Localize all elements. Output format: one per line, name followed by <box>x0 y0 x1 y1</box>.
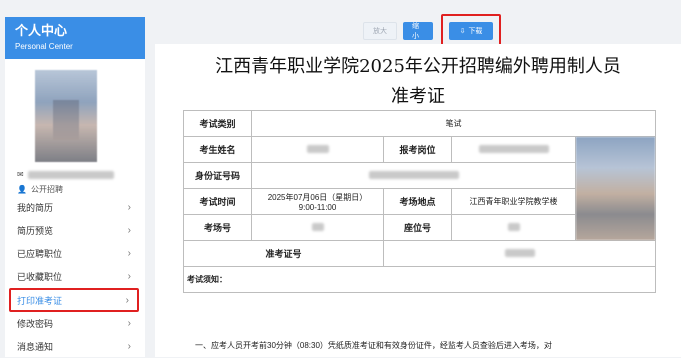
zoom-in-button[interactable]: 放大 <box>363 22 397 40</box>
notice-title: 考试须知： <box>183 266 656 293</box>
place-label: 考场地点 <box>383 188 452 215</box>
user-role-label: 公开招聘 <box>30 185 63 194</box>
chevron-right-icon: › <box>127 248 131 259</box>
seat-value <box>451 214 576 241</box>
name-label: 考生姓名 <box>183 136 252 163</box>
chevron-right-icon: › <box>127 271 131 282</box>
sidebar-header: 个人中心 Personal Center <box>5 17 145 59</box>
ticket-number-label: 准考证号 <box>183 240 384 267</box>
redacted-email <box>27 170 114 179</box>
user-icon: 👤 <box>17 185 27 194</box>
main-content: 放大 缩小 ⇩ 下载 江西青年职业学院2025年公开招聘编外聘用制人员 准考证 … <box>155 0 681 357</box>
download-button[interactable]: ⇩ 下载 <box>449 22 493 40</box>
chevron-right-icon: › <box>125 294 129 306</box>
download-highlight: ⇩ 下载 <box>441 14 501 48</box>
position-value <box>451 136 576 163</box>
id-label: 身份证号码 <box>183 162 252 189</box>
chevron-right-icon: › <box>127 341 131 352</box>
avatar <box>35 70 97 162</box>
chevron-right-icon: › <box>127 202 131 213</box>
position-label: 报考岗位 <box>383 136 452 163</box>
id-value <box>251 162 576 189</box>
candidate-photo <box>575 136 656 241</box>
seat-label: 座位号 <box>383 214 452 241</box>
ticket-number-value <box>383 240 656 267</box>
room-value <box>251 214 384 241</box>
name-value <box>251 136 384 163</box>
ticket-toolbar: 放大 缩小 ⇩ 下载 <box>363 14 501 48</box>
sidebar-title: 个人中心 <box>15 23 68 38</box>
chevron-right-icon: › <box>127 225 131 236</box>
sidebar-item-print-ticket[interactable]: 打印准考证 › <box>9 288 139 312</box>
ticket-table: 考试类别 笔试 考生姓名 报考岗位 身份证号码 考试时间 2025年07月06日… <box>183 110 656 293</box>
download-icon: ⇩ <box>459 28 466 35</box>
user-contact: ✉ <box>17 170 114 179</box>
sidebar: 个人中心 Personal Center ✉ 👤 公开招聘 我的简历 › 简历预览… <box>5 17 145 357</box>
zoom-out-button[interactable]: 缩小 <box>403 22 433 40</box>
user-role: 👤 公开招聘 <box>17 184 63 195</box>
mail-icon: ✉ <box>17 170 24 179</box>
sidebar-subtitle: Personal Center <box>15 42 73 51</box>
time-value: 2025年07月06日（星期日） 9:00-11:00 <box>251 188 384 215</box>
chevron-right-icon: › <box>127 318 131 329</box>
room-label: 考场号 <box>183 214 252 241</box>
place-value: 江西青年职业学院教学楼 <box>451 188 576 215</box>
sidebar-item-applied-jobs[interactable]: 已应聘职位 › <box>5 242 145 265</box>
ticket-title: 江西青年职业学院2025年公开招聘编外聘用制人员 准考证 <box>215 56 621 107</box>
sidebar-item-resume-preview[interactable]: 简历预览 › <box>5 219 145 242</box>
sidebar-menu: 我的简历 › 简历预览 › 已应聘职位 › 已收藏职位 › 打印准考证 › 修改密码 › 消… <box>5 196 145 358</box>
notice-line-1: 一、应考人员开考前30分钟（08:30）凭纸质准考证和有效身份证件，经监考人员查… <box>195 341 552 350</box>
sidebar-item-change-password[interactable]: 修改密码 › <box>5 312 145 335</box>
exam-type-value: 笔试 <box>251 110 656 137</box>
exam-type-label: 考试类别 <box>183 110 252 137</box>
sidebar-item-saved-jobs[interactable]: 已收藏职位 › <box>5 265 145 288</box>
time-label: 考试时间 <box>183 188 252 215</box>
sidebar-item-my-resume[interactable]: 我的简历 › <box>5 196 145 219</box>
sidebar-item-notifications[interactable]: 消息通知 › <box>5 335 145 358</box>
